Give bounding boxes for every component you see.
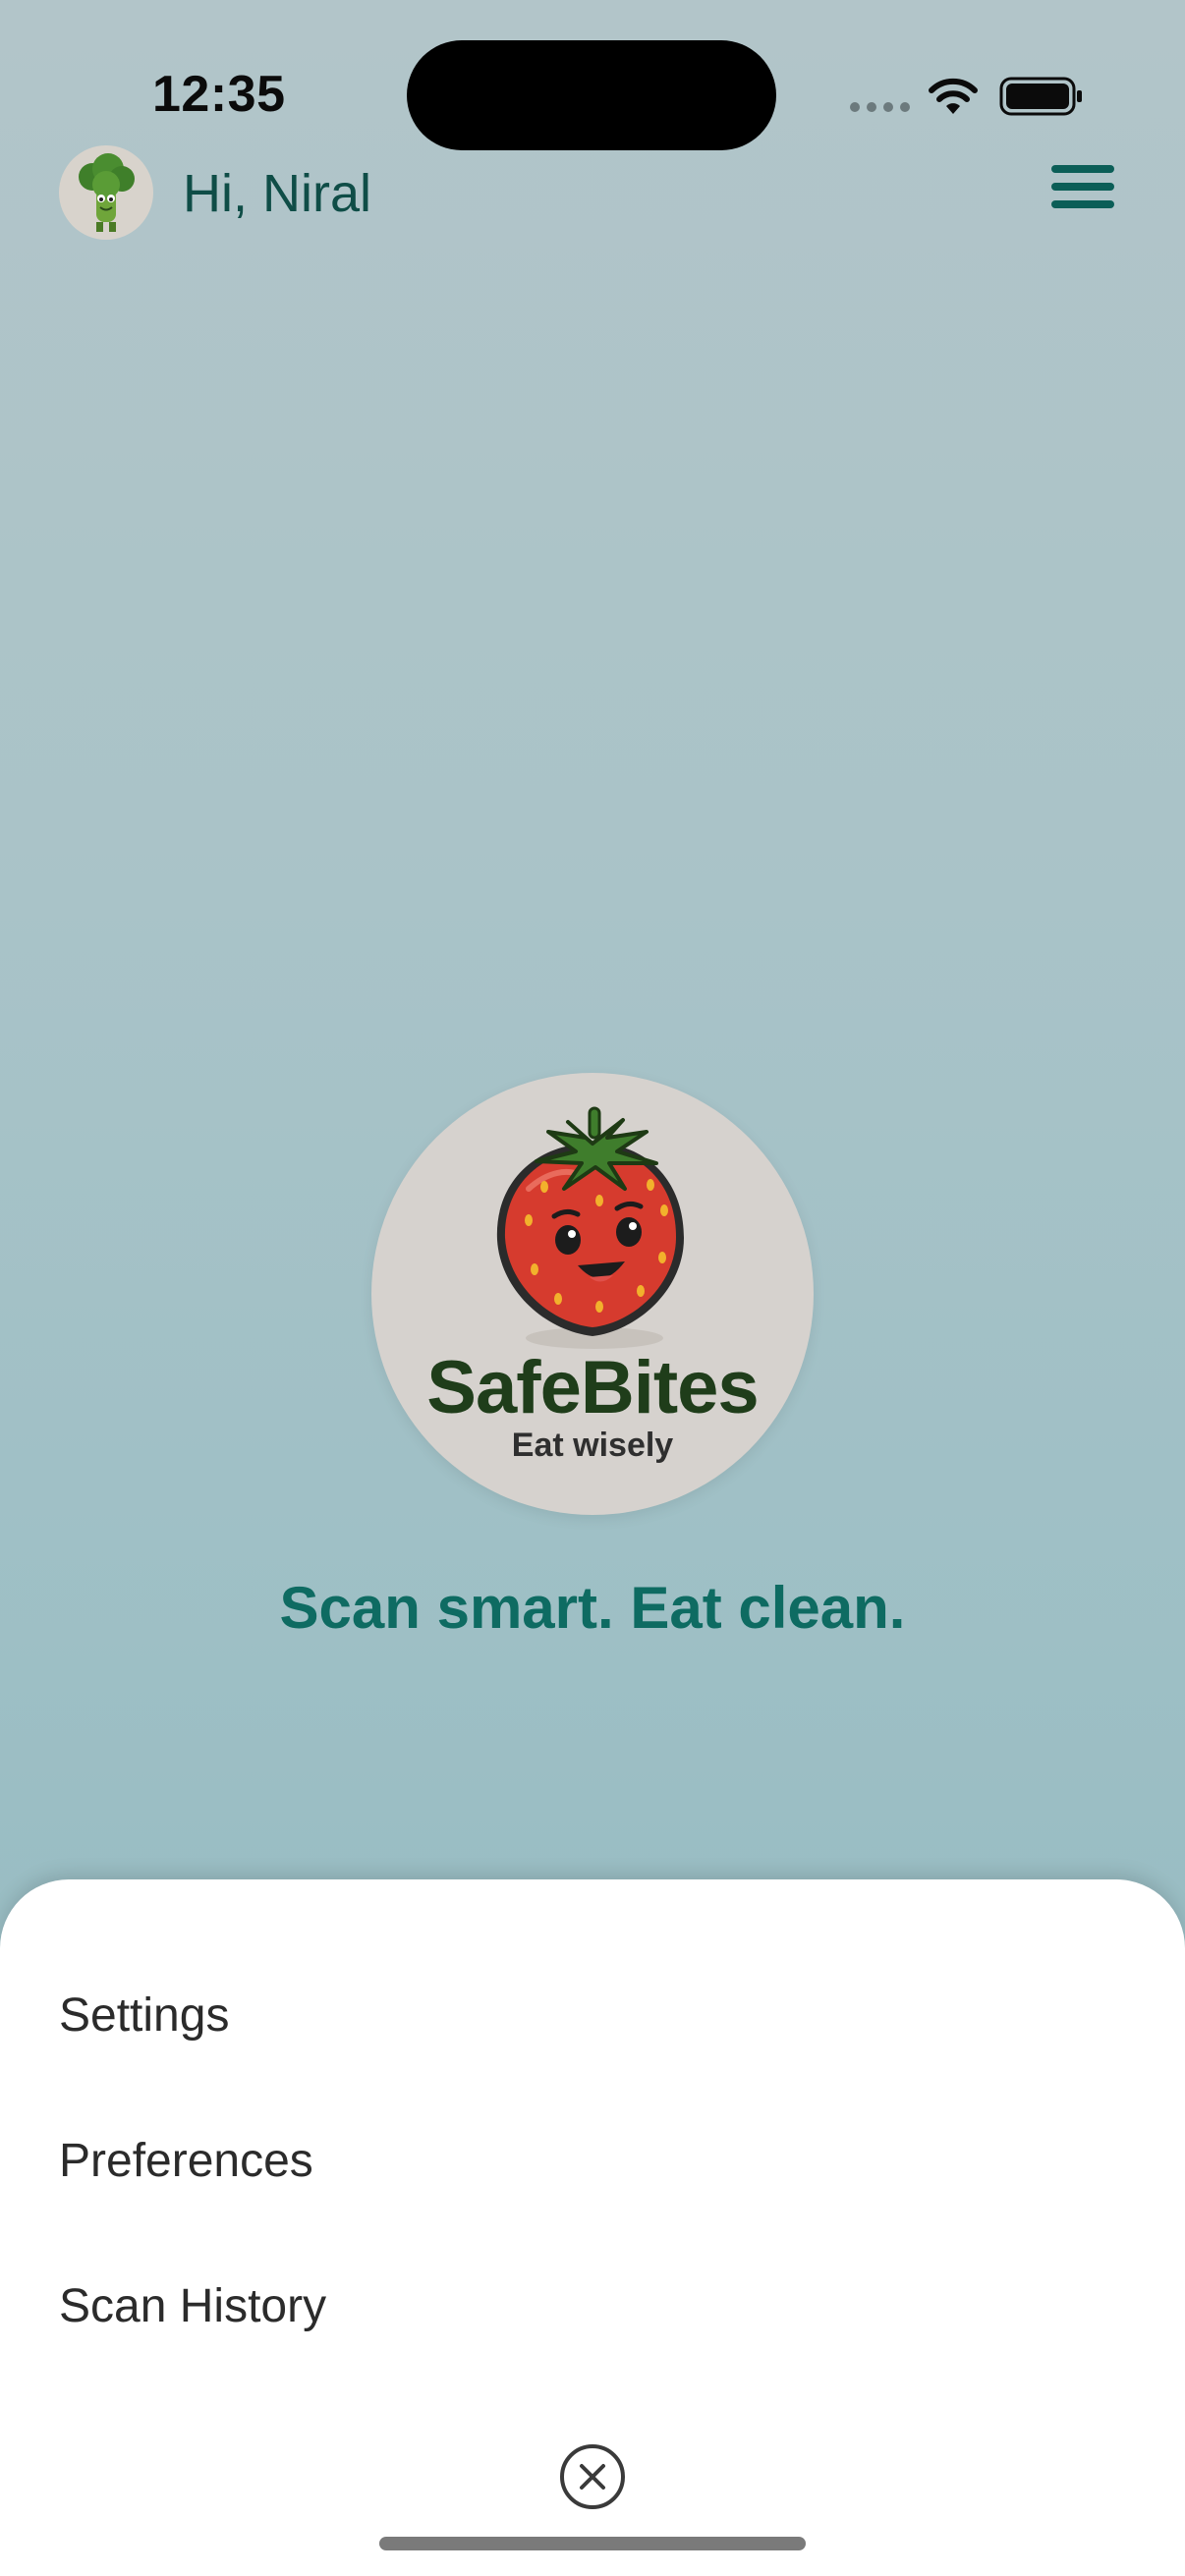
status-time: 12:35 (152, 66, 286, 123)
hamburger-menu-icon[interactable] (1047, 159, 1118, 224)
logo-name: SafeBites (426, 1346, 759, 1429)
close-circle-icon[interactable] (558, 2442, 627, 2511)
home-indicator (379, 2537, 806, 2550)
cellular-dots-icon (850, 102, 910, 112)
menu-item-preferences[interactable]: Preferences (59, 2134, 313, 2188)
broccoli-avatar-icon[interactable] (59, 145, 153, 240)
status-bar: 12:35 (0, 0, 1185, 150)
logo-tagline: Eat wisely (511, 1427, 674, 1464)
menu-item-scan-history[interactable]: Scan History (59, 2279, 326, 2333)
greeting-text: Hi, Niral (183, 164, 372, 223)
app-logo: SafeBites Eat wisely (371, 1073, 814, 1515)
slogan-text: Scan smart. Eat clean. (279, 1575, 906, 1641)
app-header: Hi, Niral (0, 138, 1185, 248)
battery-icon (999, 77, 1082, 116)
wifi-icon (929, 78, 978, 114)
dynamic-island (407, 40, 776, 150)
menu-item-settings[interactable]: Settings (59, 1988, 229, 2043)
